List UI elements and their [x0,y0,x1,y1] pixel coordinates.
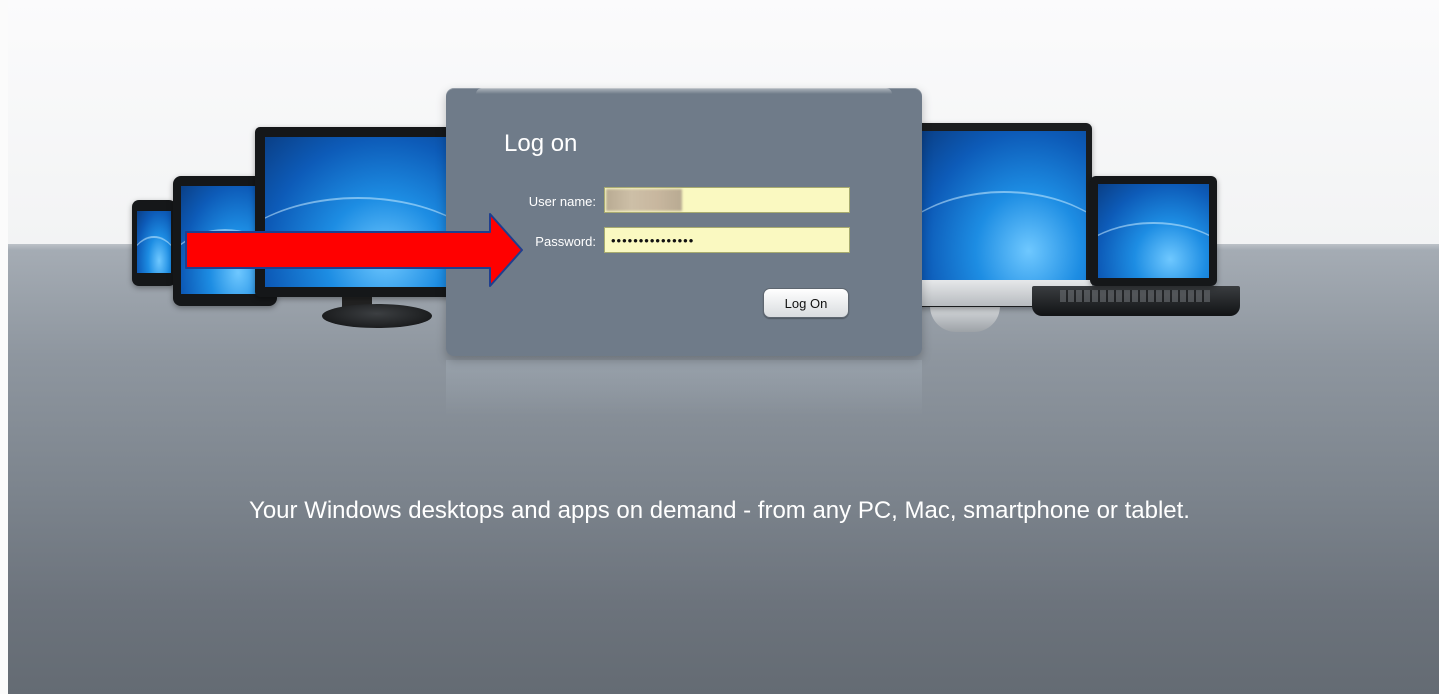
login-title: Log on [504,130,578,157]
login-panel-reflection [446,360,922,416]
imac-screen [922,131,1086,281]
monitor-stand-base [322,304,432,328]
username-label: User name: [528,194,596,209]
laptop-keys [1060,290,1210,302]
laptop-screen [1098,184,1209,278]
smartphone-image [132,200,176,286]
smartphone-screen [137,211,171,273]
laptop-image [1090,176,1217,286]
password-field[interactable] [604,227,850,253]
left-edge-strip [0,0,8,694]
arrow-shape [185,213,523,287]
red-arrow-annotation [185,213,523,287]
log-on-button[interactable]: Log On [763,288,849,318]
tagline: Your Windows desktops and apps on demand… [249,497,1190,524]
username-field[interactable] [604,187,850,213]
